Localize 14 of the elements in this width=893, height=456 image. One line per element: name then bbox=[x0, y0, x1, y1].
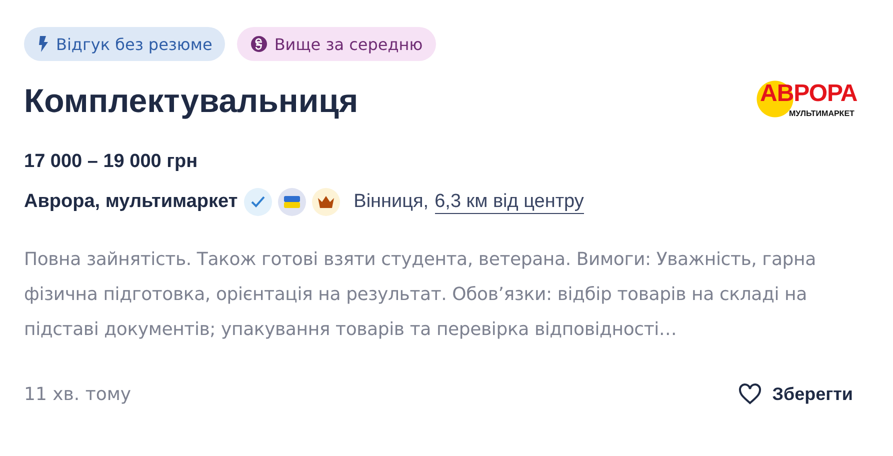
posted-time: 11 хв. тому bbox=[24, 384, 132, 404]
distance-link[interactable]: 6,3 км від центру bbox=[434, 190, 584, 214]
city: Вінниця, bbox=[354, 191, 429, 213]
job-description: Повна зайнятість. Також готові взяти студента, ветерана. Вимоги: Уважність, гарна фізична підготовка, орієнтація на результат. Обов’язки: відбір товарів на складі на підставі документів; упакування товарів та перевірка відповідності… bbox=[24, 248, 817, 342]
job-title[interactable]: Комплектувальниця bbox=[24, 82, 358, 120]
tag-label: Відгук без резюме bbox=[56, 34, 212, 54]
currency-icon bbox=[251, 36, 268, 52]
salary: 17 000 – 19 000 грн bbox=[24, 151, 199, 173]
save-button[interactable]: Зберегти bbox=[738, 377, 869, 411]
lightning-icon bbox=[38, 36, 49, 52]
tag-label: Вище за середню bbox=[274, 34, 423, 54]
company-name: Аврора, мультимаркет bbox=[24, 191, 238, 213]
logo-tagline: МУЛЬТИМАРКЕТ bbox=[789, 109, 854, 118]
heart-icon bbox=[738, 383, 762, 405]
